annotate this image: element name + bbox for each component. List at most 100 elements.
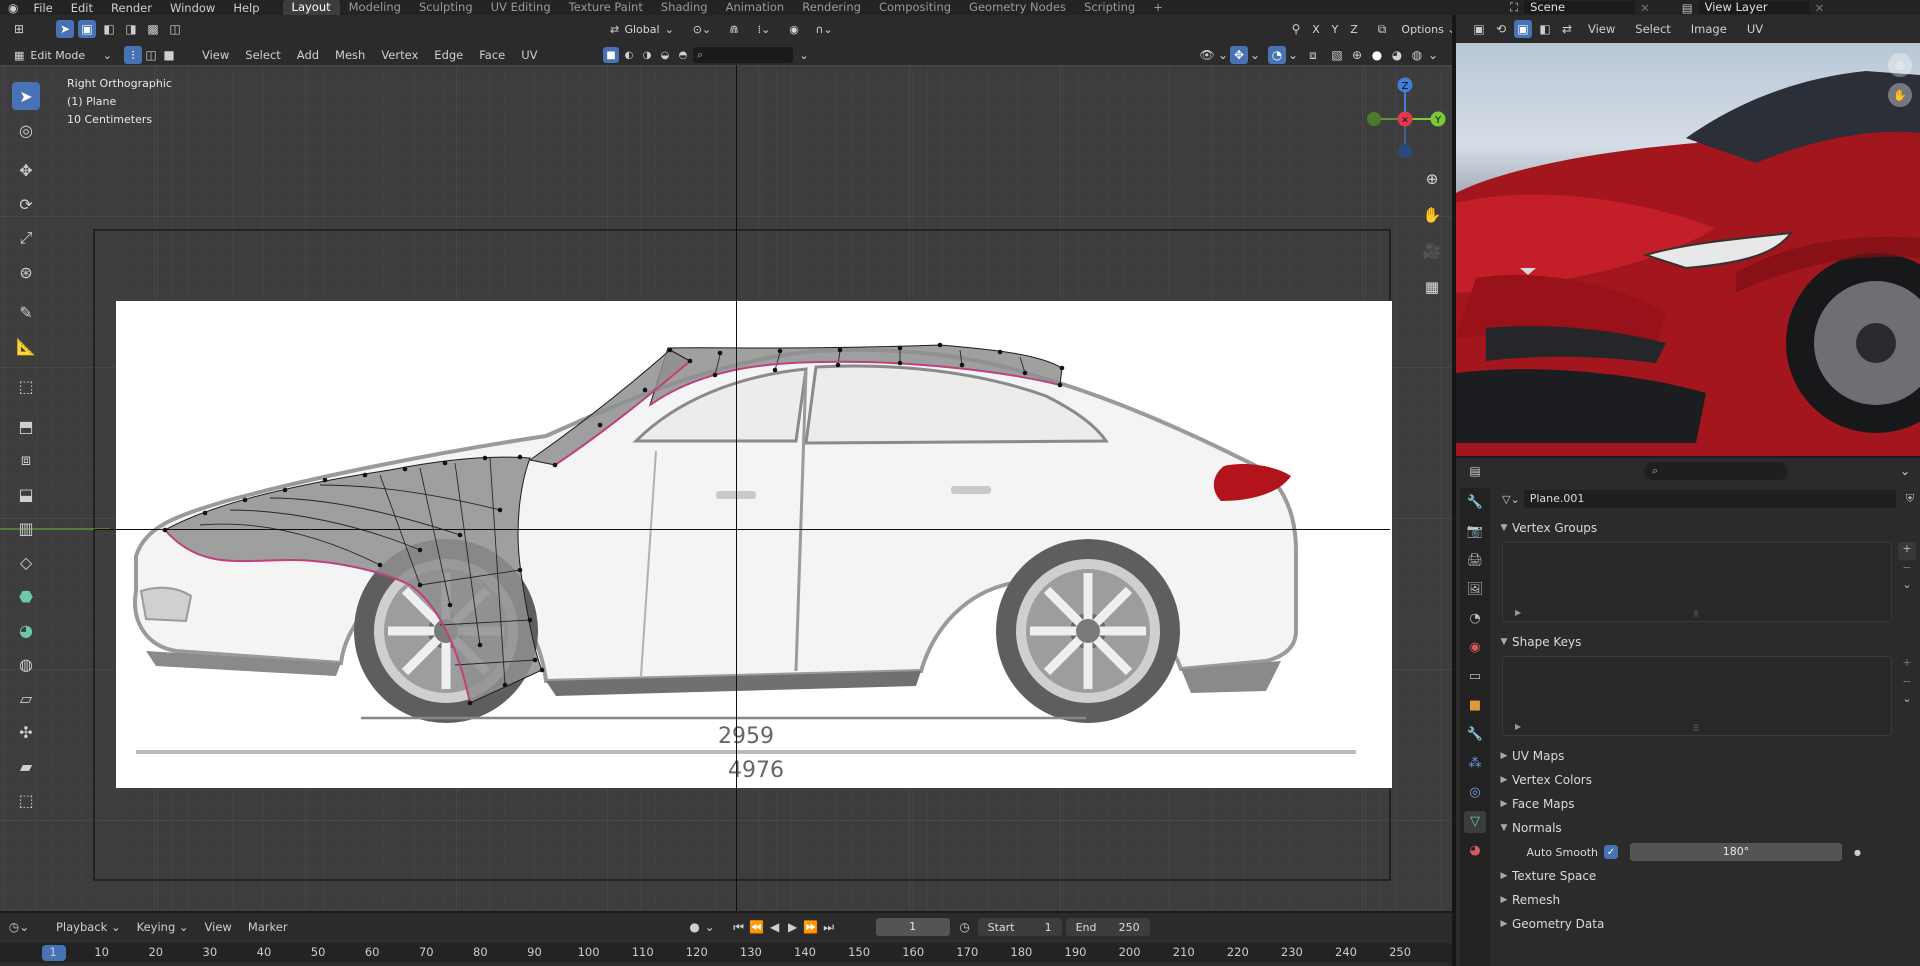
playback-menu[interactable]: Playback ⌄ [48, 920, 129, 934]
image-pan-icon[interactable]: ✋ [1888, 83, 1912, 107]
keying-menu[interactable]: Keying ⌄ [129, 920, 197, 934]
overlays-dropdown-icon[interactable]: ⌄ [1288, 46, 1298, 64]
select-invert-icon[interactable]: ▩ [144, 20, 162, 38]
extrude-tool-icon[interactable]: ⬒ [12, 412, 40, 440]
menu-face[interactable]: Face [471, 48, 513, 62]
select-extend-icon[interactable]: ◧ [100, 20, 118, 38]
loop-cut-tool-icon[interactable]: ▥ [12, 514, 40, 542]
mirror-z-toggle[interactable]: Z [1346, 20, 1362, 38]
view-layer-field[interactable]: View Layer [1698, 1, 1809, 14]
3d-viewport[interactable]: 2959 4976 Right Orthographic (1) Plane 1… [0, 65, 1452, 911]
shading-dropdown-icon[interactable]: ⌄ [1428, 46, 1438, 64]
pivot-dropdown[interactable]: ⊙⌄ [686, 20, 718, 38]
move-tool-icon[interactable]: ✥ [12, 156, 40, 184]
list-resize-grip-icon[interactable]: ⠿ [1693, 724, 1699, 733]
keying-set-dropdown-icon[interactable]: ⌄ [704, 918, 716, 936]
data-tab-icon[interactable]: ▽ [1464, 810, 1486, 833]
image-select-extend-icon[interactable]: ◧ [1536, 20, 1554, 38]
menu-render[interactable]: Render [102, 1, 161, 15]
edge-select-mode-icon[interactable]: ◫ [142, 46, 160, 64]
edge-slide-tool-icon[interactable]: ▱ [12, 684, 40, 712]
mirror-y-toggle[interactable]: Y [1327, 20, 1343, 38]
navigation-gizmo[interactable]: Z Y ✕ [1360, 65, 1450, 165]
menu-edit[interactable]: Edit [62, 1, 102, 15]
jump-prev-keyframe-icon[interactable]: ⏪ [748, 918, 766, 936]
vertex-group-specials-icon[interactable]: ⌄ [1898, 578, 1916, 596]
wireframe-shading-icon[interactable]: ⊕ [1348, 46, 1366, 64]
frame-ruler[interactable]: 1 10 20 30 40 50 60 70 80 90 100 110 120 130 140 150 160… [0, 943, 1452, 963]
particles-tab-icon[interactable]: ⁂ [1464, 753, 1486, 775]
tab-modeling[interactable]: Modeling [340, 0, 410, 15]
image-zoom-icon[interactable]: ⊕ [1888, 53, 1912, 77]
tab-uv-editing[interactable]: UV Editing [482, 0, 560, 15]
image-menu-view[interactable]: View [1580, 22, 1623, 36]
add-shape-key-icon[interactable]: + [1898, 656, 1916, 674]
scene-field[interactable]: Scene [1524, 1, 1635, 14]
camera-view-icon[interactable]: 🎥 [1420, 239, 1444, 263]
auto-keying-icon[interactable]: ● [686, 918, 704, 936]
material-tab-icon[interactable]: ◕ [1464, 840, 1486, 862]
falloff-dropdown[interactable]: ∩⌄ [810, 20, 838, 38]
vertex-select-mode-icon[interactable]: ⁝ [124, 46, 142, 64]
shape-key-specials-icon[interactable]: ⌄ [1898, 692, 1916, 710]
properties-search-input[interactable]: ⌕ [1644, 462, 1788, 480]
physics-tab-icon[interactable]: ◎ [1464, 782, 1486, 804]
measure-tool-icon[interactable]: 📐 [12, 332, 40, 360]
spin-tool-icon[interactable]: ◕ [12, 616, 40, 644]
image-sync-icon[interactable]: ⇄ [1558, 20, 1576, 38]
modifiers-tab-icon[interactable]: 🔧 [1464, 724, 1486, 746]
tab-scripting[interactable]: Scripting [1075, 0, 1144, 15]
bevel-tool-icon[interactable]: ⬓ [12, 480, 40, 508]
menu-view[interactable]: View [194, 48, 237, 62]
view-layer-tab-icon[interactable]: 🖼 [1464, 579, 1486, 601]
menu-add[interactable]: Add [289, 48, 327, 62]
tab-shading[interactable]: Shading [652, 0, 717, 15]
gizmo-dropdown-icon[interactable]: ⌄ [1250, 46, 1260, 64]
panel-normals[interactable]: ▼ Normals [1496, 816, 1920, 840]
shrink-fatten-tool-icon[interactable]: ✣ [12, 718, 40, 746]
panel-remesh[interactable]: ▶ Remesh [1496, 888, 1920, 912]
preview-range-icon[interactable]: ◷ [956, 918, 974, 936]
object-filter-icon[interactable]: ■ [603, 47, 619, 63]
current-frame-field[interactable]: 1 [875, 918, 950, 936]
image-menu-select[interactable]: Select [1627, 22, 1678, 36]
menu-file[interactable]: File [24, 1, 61, 15]
properties-editor-type-icon[interactable]: ▤ [1466, 462, 1484, 480]
add-vertex-group-icon[interactable]: + [1898, 542, 1916, 560]
remove-shape-key-icon[interactable]: − [1898, 676, 1916, 688]
shape-keys-list[interactable]: ▶ ⠿ [1502, 656, 1892, 736]
select-subtract-icon[interactable]: ◨ [122, 20, 140, 38]
play-reverse-icon[interactable]: ◀ [766, 918, 784, 936]
object-tab-icon[interactable]: ■ [1464, 695, 1486, 717]
visibility-dropdown-icon[interactable]: ⌄ [1218, 46, 1228, 64]
tab-rendering[interactable]: Rendering [793, 0, 870, 15]
add-workspace-button[interactable]: + [1144, 0, 1172, 15]
menu-mesh[interactable]: Mesh [327, 48, 373, 62]
smooth-tool-icon[interactable]: ◍ [12, 650, 40, 678]
image-mode-icon[interactable]: ⟲ [1492, 20, 1510, 38]
close-scene-icon[interactable]: ✕ [1640, 1, 1650, 15]
poly-build-tool-icon[interactable]: ⬣ [12, 582, 40, 610]
panel-shape-keys[interactable]: ▼ Shape Keys [1496, 630, 1920, 654]
world-tab-icon[interactable]: ◉ [1464, 637, 1486, 659]
auto-merge-icon[interactable]: ⧉ [1373, 20, 1391, 38]
tab-geometry-nodes[interactable]: Geometry Nodes [960, 0, 1075, 15]
list-resize-grip-icon[interactable]: ⠿ [1693, 610, 1699, 619]
tab-texture-paint[interactable]: Texture Paint [560, 0, 652, 15]
end-frame-field[interactable]: End 250 [1065, 918, 1150, 936]
cursor-tool-icon[interactable]: ◎ [12, 116, 40, 144]
properties-options-icon[interactable]: ⌄ [1896, 462, 1914, 480]
select-new-icon[interactable]: ▣ [78, 20, 96, 38]
tab-layout[interactable]: Layout [282, 0, 340, 15]
jump-next-keyframe-icon[interactable]: ⏩ [802, 918, 820, 936]
panel-geometry-data[interactable]: ▶ Geometry Data [1496, 912, 1920, 936]
overlays-toggle-icon[interactable]: ◔ [1268, 46, 1286, 64]
image-editor-type-icon[interactable]: ▣ [1470, 20, 1488, 38]
panel-vertex-groups[interactable]: ▼ Vertex Groups [1496, 516, 1920, 540]
menu-uv[interactable]: UV [513, 48, 545, 62]
mirror-x-toggle[interactable]: X [1308, 20, 1324, 38]
editor-type-icon[interactable]: ⊞ [10, 20, 28, 38]
menu-select[interactable]: Select [237, 48, 288, 62]
visibility-icon[interactable]: 👁 [1198, 46, 1216, 64]
tab-compositing[interactable]: Compositing [870, 0, 960, 15]
